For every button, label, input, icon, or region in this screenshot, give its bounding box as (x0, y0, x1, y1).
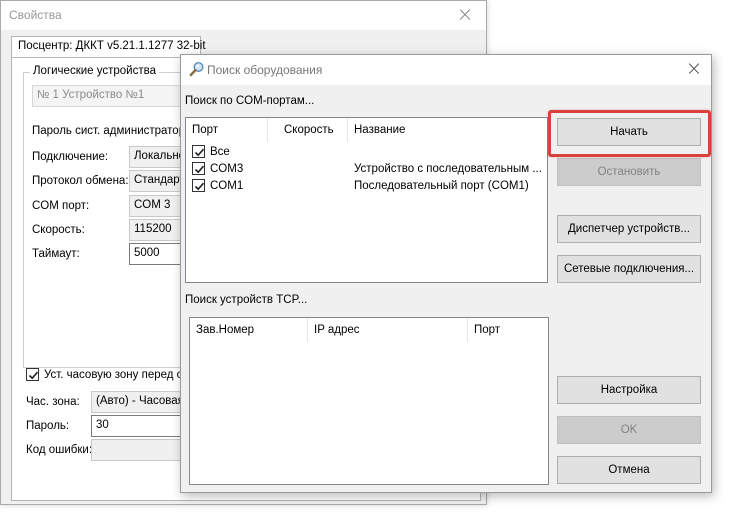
column-port[interactable]: Порт (468, 318, 548, 342)
admin-password-label: Пароль сист. администратора (32, 125, 192, 137)
list-item[interactable]: COM1 Последовательный порт (COM1) (186, 178, 547, 195)
row-checkbox[interactable] (192, 145, 205, 158)
ok-button[interactable]: OK (557, 416, 701, 444)
password-input[interactable]: 30 (91, 415, 189, 437)
row-port: COM1 (210, 180, 244, 192)
tcp-search-label: Поиск устройств TCP... (185, 294, 308, 306)
start-button-highlight (548, 110, 711, 157)
stop-button[interactable]: Остановить (557, 158, 701, 186)
device-manager-button[interactable]: Диспетчер устройств... (557, 215, 701, 243)
logical-devices-title: Логические устройства (30, 65, 159, 77)
protocol-label: Протокол обмена: (32, 175, 129, 187)
error-code-field (91, 439, 189, 461)
properties-close-icon[interactable]: × (456, 4, 474, 24)
cancel-button[interactable]: Отмена (557, 456, 701, 484)
list-item[interactable]: COM3 Устройство с последовательным ... (186, 161, 547, 178)
check-icon (194, 148, 205, 157)
column-port[interactable]: Порт (186, 118, 268, 142)
timezone-checkbox[interactable] (26, 368, 39, 381)
tab-driver[interactable]: Посцентр: ДККТ v5.21.1.1277 32-bit (11, 36, 206, 58)
check-icon (28, 371, 39, 380)
tcp-device-list[interactable]: Зав.Номер IP адрес Порт (189, 317, 549, 485)
settings-button[interactable]: Настройка (557, 376, 701, 404)
row-name: Последовательный порт (COM1) (354, 180, 529, 192)
row-checkbox[interactable] (192, 162, 205, 175)
dialog-close-icon[interactable]: × (685, 58, 703, 78)
column-name[interactable]: Название (348, 118, 548, 142)
properties-titlebar: Свойства × (1, 1, 486, 30)
timezone-label: Час. зона: (26, 396, 80, 408)
timezone-select[interactable]: (Авто) - Часовая (91, 391, 189, 413)
com-search-label: Поиск по COM-портам... (185, 95, 315, 107)
row-checkbox[interactable] (192, 179, 205, 192)
dialog-titlebar: Поиск оборудования × (181, 55, 711, 85)
check-icon (194, 182, 205, 191)
check-icon (194, 165, 205, 174)
error-code-label: Код ошибки: (26, 444, 93, 456)
column-serial-number[interactable]: Зав.Номер (190, 318, 308, 342)
com-port-label: COM порт: (32, 200, 90, 212)
properties-title: Свойства (9, 8, 62, 22)
connection-label: Подключение: (32, 151, 109, 163)
tcp-list-header: Зав.Номер IP адрес Порт (190, 318, 548, 342)
search-icon (189, 61, 204, 77)
timezone-checkbox-label: Уст. часовую зону перед от (44, 369, 189, 381)
row-port: COM3 (210, 163, 244, 175)
com-list-header: Порт Скорость Название (186, 118, 547, 142)
list-item[interactable]: Все (186, 144, 547, 161)
row-port: Все (210, 146, 230, 158)
column-ip-address[interactable]: IP адрес (308, 318, 468, 342)
password-label: Пароль: (26, 420, 70, 432)
column-speed[interactable]: Скорость (268, 118, 348, 142)
device-select[interactable]: № 1 Устройство №1 (32, 85, 202, 107)
speed-label: Скорость: (32, 224, 85, 236)
network-connections-button[interactable]: Сетевые подключения... (557, 255, 701, 283)
dialog-title: Поиск оборудования (207, 63, 323, 77)
row-name: Устройство с последовательным ... (354, 163, 542, 175)
timeout-label: Таймаут: (32, 248, 80, 260)
com-port-list[interactable]: Порт Скорость Название Все COM3 Устройст… (185, 117, 548, 283)
